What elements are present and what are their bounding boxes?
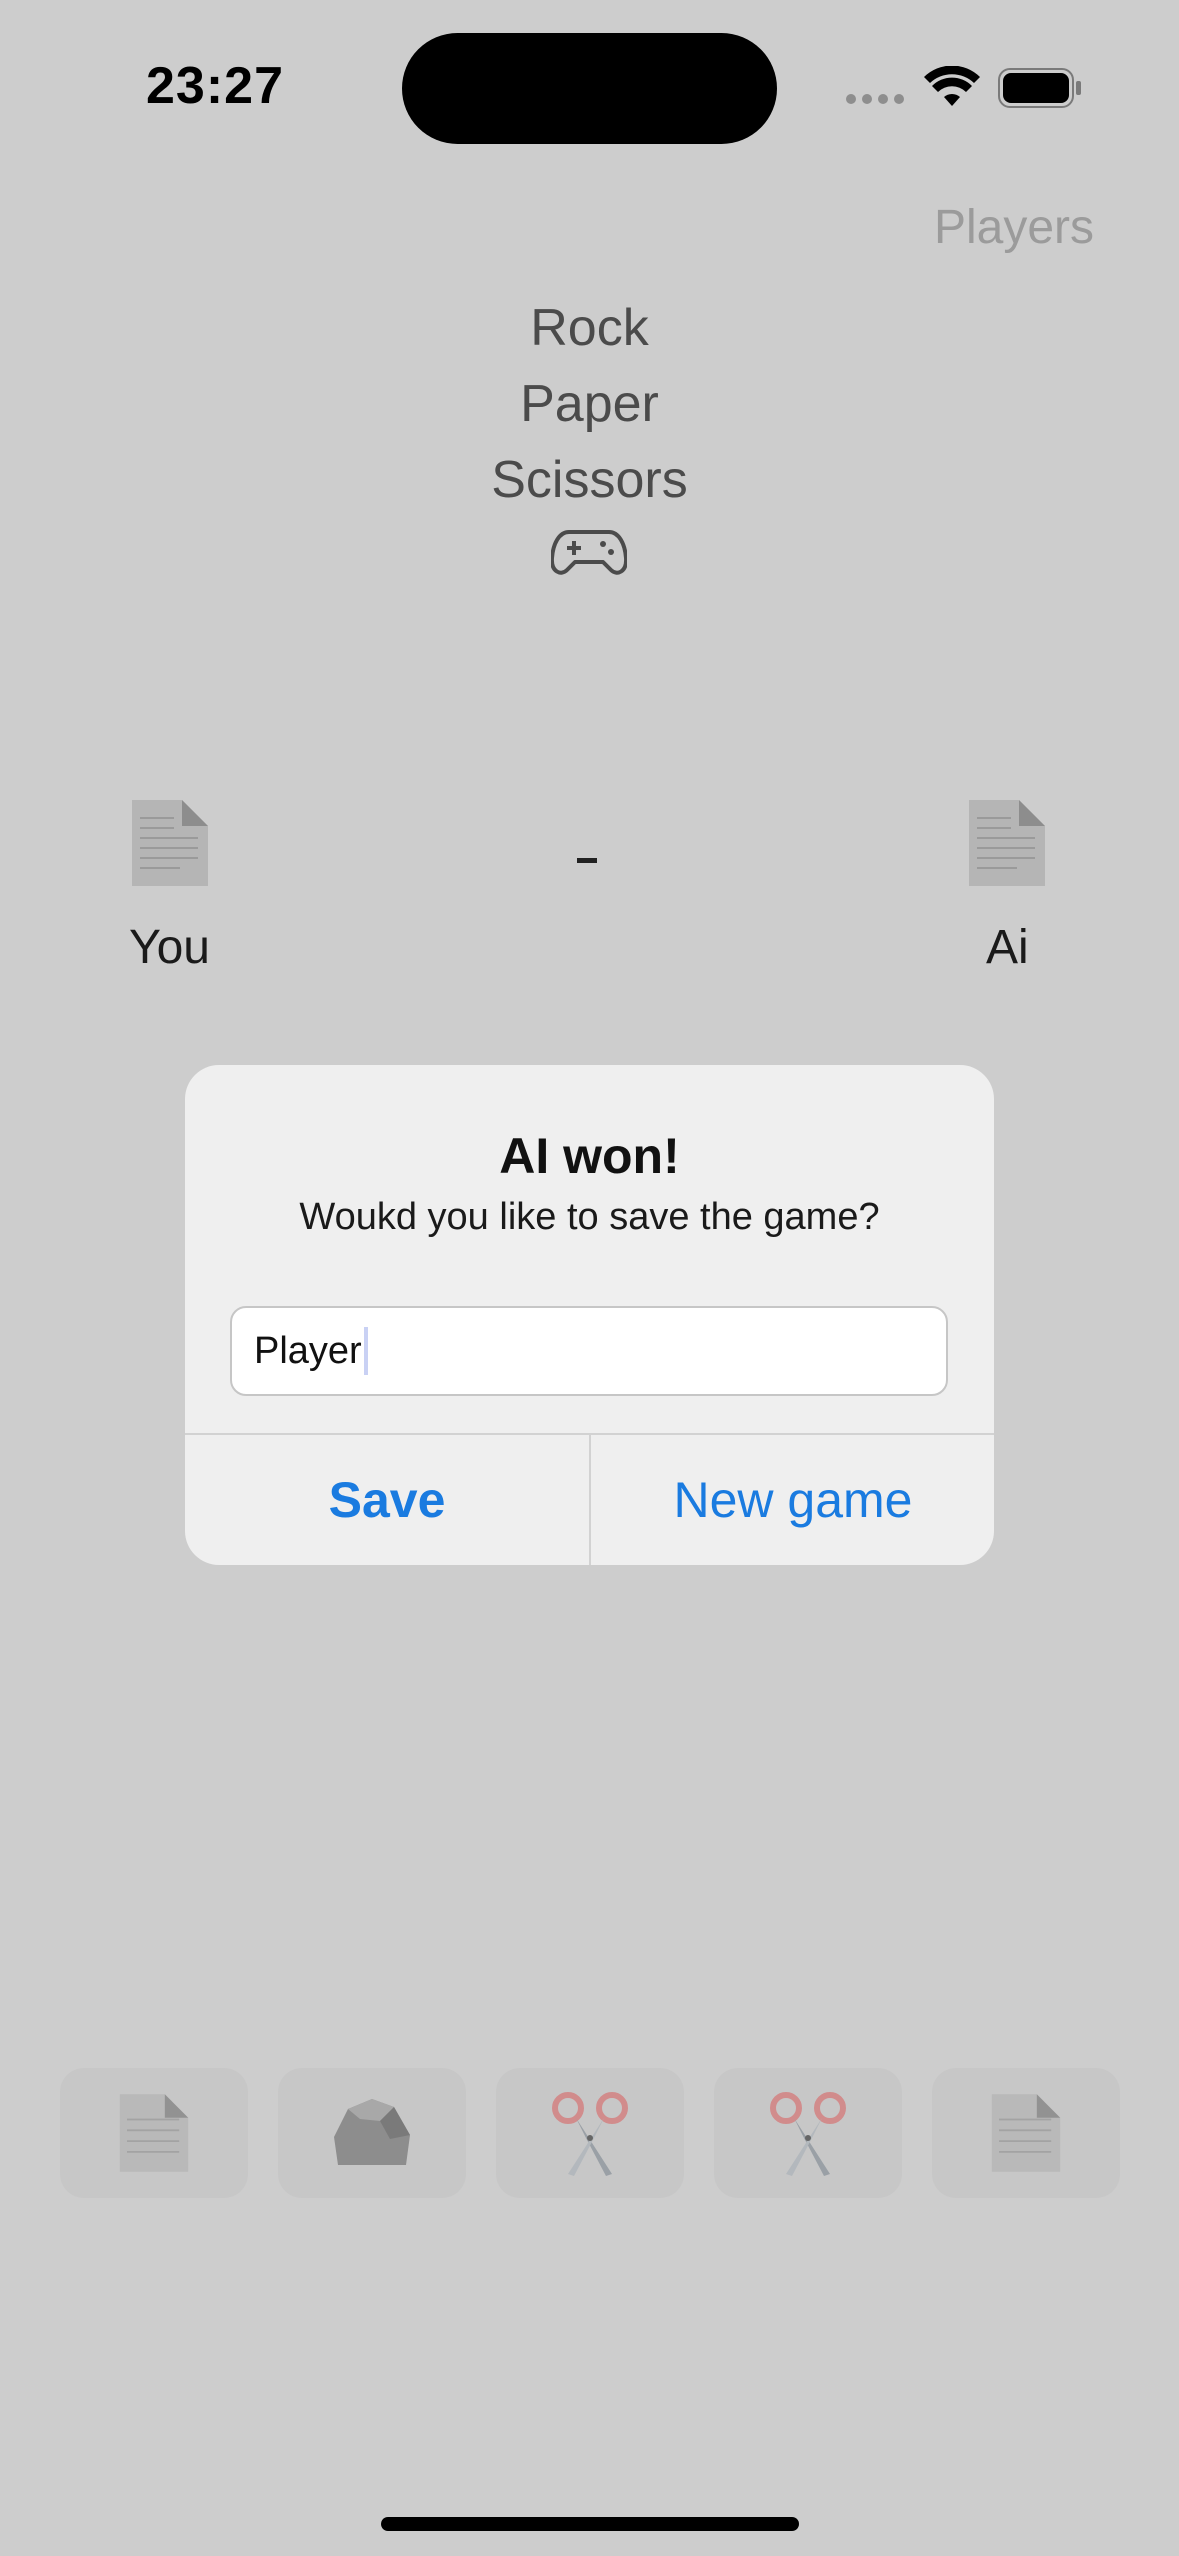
rock-icon bbox=[334, 2099, 410, 2165]
choice-scissors-button[interactable] bbox=[496, 2068, 684, 2198]
opponent-label: Ai bbox=[986, 921, 1029, 974]
choice-paper-button[interactable] bbox=[60, 2068, 248, 2198]
status-time: 23:27 bbox=[146, 57, 284, 115]
alert-message: Woukd you like to save the game? bbox=[299, 1196, 880, 1238]
text-caret bbox=[363, 1327, 368, 1375]
game-title: Rock Paper Scissors bbox=[0, 290, 1179, 518]
save-button[interactable]: Save bbox=[185, 1435, 589, 1565]
player-paper-icon bbox=[132, 800, 208, 886]
wifi-icon bbox=[924, 66, 980, 106]
paper-icon bbox=[991, 2094, 1061, 2172]
gamecontroller-icon bbox=[551, 530, 627, 575]
screen: 23:27 Players Rock Paper Scissors You Ai… bbox=[0, 0, 1179, 2556]
dynamic-island bbox=[402, 33, 777, 144]
score-separator bbox=[577, 858, 597, 863]
title-rock: Rock bbox=[530, 299, 649, 357]
choice-scissors-button[interactable] bbox=[714, 2068, 902, 2198]
opponent-paper-icon bbox=[969, 800, 1045, 886]
home-indicator[interactable] bbox=[381, 2517, 799, 2531]
choice-paper-button[interactable] bbox=[932, 2068, 1120, 2198]
player-name-value: Player bbox=[254, 1329, 362, 1372]
player-name-input[interactable]: Player bbox=[230, 1306, 948, 1396]
title-paper: Paper bbox=[520, 375, 659, 433]
save-game-alert: AI won! Woukd you like to save the game?… bbox=[185, 1065, 994, 1565]
scissors-icon bbox=[552, 2092, 628, 2176]
cellular-signal-icon bbox=[846, 94, 904, 104]
battery-icon bbox=[998, 68, 1081, 108]
paper-icon bbox=[119, 2094, 189, 2172]
players-link[interactable]: Players bbox=[934, 200, 1094, 255]
new-game-button[interactable]: New game bbox=[591, 1435, 994, 1565]
alert-title: AI won! bbox=[499, 1128, 680, 1184]
player-label: You bbox=[129, 921, 210, 974]
choice-rock-button[interactable] bbox=[278, 2068, 466, 2198]
title-scissors: Scissors bbox=[491, 451, 688, 509]
scissors-icon bbox=[770, 2092, 846, 2176]
